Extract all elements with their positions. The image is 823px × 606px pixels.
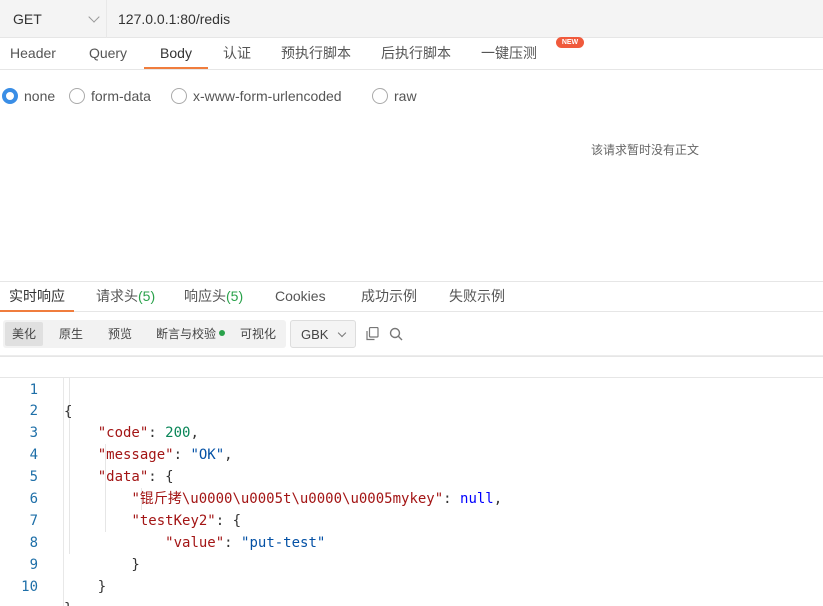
new-badge: NEW <box>556 37 584 48</box>
code-line: 4 "data": { <box>0 422 823 485</box>
tab-label: 实时响应 <box>9 288 65 304</box>
empty-body-message: 该请求暂时没有正文 <box>591 143 700 157</box>
view-raw-button[interactable]: 原生 <box>52 322 90 346</box>
code-line: 5 "锟斤拷\u0000\u0005t\u0000\u0005mykey": n… <box>0 444 823 507</box>
response-toolbar: 美化 原生 预览 断言与校验 可视化 GBK <box>0 312 823 356</box>
tab-stress-test[interactable]: 一键压测 <box>470 38 548 69</box>
tab-post-script[interactable]: 后执行脚本 <box>370 38 462 69</box>
view-mode-group: 美化 原生 预览 断言与校验 可视化 <box>3 320 286 348</box>
radio-label: raw <box>394 88 417 104</box>
code-line: 9 } <box>0 532 823 595</box>
encoding-select[interactable]: GBK <box>290 320 356 348</box>
radio-none[interactable]: none <box>2 84 55 108</box>
method-select[interactable]: GET <box>0 0 106 38</box>
code-line: 10 } <box>0 554 823 606</box>
radio-label: form-data <box>91 88 151 104</box>
url-input[interactable] <box>106 0 823 38</box>
tab-query[interactable]: Query <box>76 38 140 69</box>
tab-count: (5) <box>226 288 244 304</box>
view-preview-button[interactable]: 预览 <box>101 322 139 346</box>
request-tabs: Header Query Body 认证 预执行脚本 后执行脚本 一键压测 <box>0 38 823 70</box>
radio-urlencoded[interactable]: x-www-form-urlencoded <box>171 84 342 108</box>
radio-circle-icon <box>171 88 187 104</box>
tab-label: 响应头 <box>184 288 226 304</box>
url-bar: GET <box>0 0 823 38</box>
response-tabs: 实时响应 请求头(5) 响应头(5) Cookies 成功示例 失败示例 <box>0 281 823 312</box>
code-text: } <box>64 598 72 606</box>
status-dot <box>219 330 225 336</box>
body-type-group: none form-data x-www-form-urlencoded raw <box>0 84 823 108</box>
chevron-down-icon <box>337 328 347 338</box>
radio-raw[interactable]: raw <box>372 84 417 108</box>
radio-label: none <box>24 88 56 104</box>
code-text: } <box>64 579 107 595</box>
tab-cookies[interactable]: Cookies <box>275 282 326 312</box>
method-label: GET <box>13 11 42 27</box>
tab-auth[interactable]: 认证 <box>214 38 260 69</box>
encoding-label: GBK <box>301 326 329 342</box>
code-line: 6 "testKey2": { <box>0 466 823 529</box>
radio-circle-icon <box>2 88 18 104</box>
view-assertion-button[interactable]: 断言与校验 <box>149 322 223 346</box>
radio-form-data[interactable]: form-data <box>69 84 151 108</box>
code-line: 2 "code": 200, <box>0 378 823 441</box>
view-beautify-button[interactable]: 美化 <box>5 322 44 346</box>
code-line: 8 } <box>0 510 823 573</box>
view-visualize-button[interactable]: 可视化 <box>233 322 283 346</box>
tab-count: (5) <box>138 288 156 304</box>
tab-header[interactable]: Header <box>0 38 66 69</box>
code-line: 3 "message": "OK", <box>0 400 823 463</box>
chevron-down-icon <box>88 11 100 23</box>
tab-live-response[interactable]: 实时响应 <box>0 282 74 312</box>
line-number: 10 <box>21 579 38 595</box>
tab-label: 请求头 <box>96 288 138 304</box>
tab-success-example[interactable]: 成功示例 <box>361 282 417 312</box>
search-icon[interactable] <box>387 320 405 348</box>
code-line: 1 { <box>0 356 823 420</box>
tab-request-headers[interactable]: 请求头(5) <box>96 282 155 312</box>
tab-response-headers[interactable]: 响应头(5) <box>184 282 243 312</box>
radio-circle-icon <box>372 88 388 104</box>
response-code-view: 1 { 2 "code": 200, 3 "message": "OK", 4 … <box>0 356 823 606</box>
radio-circle-icon <box>69 88 85 104</box>
tab-failure-example[interactable]: 失败示例 <box>449 282 505 312</box>
code-line: 7 "value": "put-test" <box>0 488 823 551</box>
tab-body[interactable]: Body <box>144 38 208 69</box>
tab-pre-script[interactable]: 预执行脚本 <box>270 38 362 69</box>
radio-label: x-www-form-urlencoded <box>193 88 342 104</box>
copy-icon[interactable] <box>363 320 381 348</box>
